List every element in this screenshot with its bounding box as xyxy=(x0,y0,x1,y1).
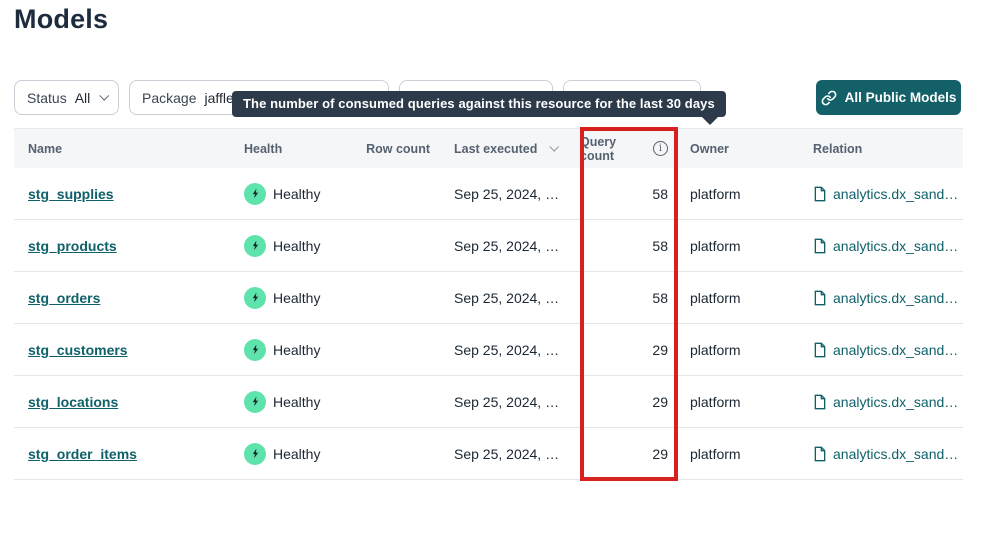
table-row: stg_products Healthy Sep 25, 2024, … 58 … xyxy=(14,220,963,272)
tooltip-text: The number of consumed queries against t… xyxy=(243,96,715,111)
owner-value: platform xyxy=(678,290,802,306)
health-status: Healthy xyxy=(273,186,320,202)
table-row: stg_supplies Healthy Sep 25, 2024, … 58 … xyxy=(14,168,963,220)
health-status: Healthy xyxy=(273,342,320,358)
relation-text: analytics.dx_sand… xyxy=(833,186,958,202)
healthy-badge-icon xyxy=(244,339,266,361)
healthy-badge-icon xyxy=(244,235,266,257)
model-link[interactable]: stg_locations xyxy=(28,394,118,410)
owner-value: platform xyxy=(678,394,802,410)
query-count-tooltip: The number of consumed queries against t… xyxy=(232,91,726,117)
file-icon xyxy=(813,238,827,254)
table-row: stg_customers Healthy Sep 25, 2024, … 29… xyxy=(14,324,963,376)
file-icon xyxy=(813,186,827,202)
relation-text: analytics.dx_sand… xyxy=(833,238,958,254)
models-table: Name Health Row count Last executed Quer… xyxy=(14,128,963,480)
status-filter-value: All xyxy=(75,90,91,106)
last-executed-value: Sep 25, 2024, … xyxy=(440,394,580,410)
last-executed-value: Sep 25, 2024, … xyxy=(440,186,580,202)
health-status: Healthy xyxy=(273,446,320,462)
column-header-health[interactable]: Health xyxy=(230,142,363,156)
tooltip-caret xyxy=(701,116,719,125)
file-icon xyxy=(813,342,827,358)
model-link[interactable]: stg_products xyxy=(28,238,117,254)
relation-text: analytics.dx_sand… xyxy=(833,290,958,306)
query-count-value: 29 xyxy=(580,394,678,410)
relation-link[interactable]: analytics.dx_sand… xyxy=(813,342,958,358)
chevron-down-icon xyxy=(100,90,110,100)
column-header-relation[interactable]: Relation xyxy=(802,142,963,156)
relation-link[interactable]: analytics.dx_sand… xyxy=(813,394,958,410)
relation-text: analytics.dx_sand… xyxy=(833,394,958,410)
healthy-badge-icon xyxy=(244,183,266,205)
last-executed-value: Sep 25, 2024, … xyxy=(440,446,580,462)
health-status: Healthy xyxy=(273,394,320,410)
column-header-owner[interactable]: Owner xyxy=(678,142,802,156)
owner-value: platform xyxy=(678,446,802,462)
relation-link[interactable]: analytics.dx_sand… xyxy=(813,446,958,462)
healthy-badge-icon xyxy=(244,443,266,465)
status-filter-dropdown[interactable]: Status All xyxy=(14,80,119,115)
query-count-label: Query count xyxy=(580,135,643,163)
column-header-query-count[interactable]: Query count i xyxy=(580,135,678,163)
last-executed-value: Sep 25, 2024, … xyxy=(440,238,580,254)
page-title: Models xyxy=(14,4,108,35)
health-status: Healthy xyxy=(273,238,320,254)
health-status: Healthy xyxy=(273,290,320,306)
owner-value: platform xyxy=(678,342,802,358)
model-link[interactable]: stg_order_items xyxy=(28,446,137,462)
file-icon xyxy=(813,290,827,306)
relation-text: analytics.dx_sand… xyxy=(833,342,958,358)
table-header-row: Name Health Row count Last executed Quer… xyxy=(14,128,963,168)
column-header-name[interactable]: Name xyxy=(14,142,230,156)
healthy-badge-icon xyxy=(244,287,266,309)
healthy-badge-icon xyxy=(244,391,266,413)
all-public-models-label: All Public Models xyxy=(845,90,957,105)
owner-value: platform xyxy=(678,238,802,254)
package-filter-label: Package xyxy=(142,90,196,106)
sort-chevron-down-icon[interactable] xyxy=(550,141,560,151)
model-link[interactable]: stg_supplies xyxy=(28,186,114,202)
query-count-value: 58 xyxy=(580,186,678,202)
owner-value: platform xyxy=(678,186,802,202)
table-row: stg_orders Healthy Sep 25, 2024, … 58 pl… xyxy=(14,272,963,324)
query-count-value: 58 xyxy=(580,238,678,254)
relation-text: analytics.dx_sand… xyxy=(833,446,958,462)
last-executed-label: Last executed xyxy=(454,142,537,156)
last-executed-value: Sep 25, 2024, … xyxy=(440,290,580,306)
model-link[interactable]: stg_customers xyxy=(28,342,128,358)
file-icon xyxy=(813,394,827,410)
table-row: stg_locations Healthy Sep 25, 2024, … 29… xyxy=(14,376,963,428)
file-icon xyxy=(813,446,827,462)
info-icon[interactable]: i xyxy=(653,141,668,156)
query-count-value: 58 xyxy=(580,290,678,306)
last-executed-value: Sep 25, 2024, … xyxy=(440,342,580,358)
relation-link[interactable]: analytics.dx_sand… xyxy=(813,186,958,202)
model-link[interactable]: stg_orders xyxy=(28,290,100,306)
link-icon xyxy=(821,90,837,106)
query-count-value: 29 xyxy=(580,342,678,358)
column-header-row-count[interactable]: Row count xyxy=(363,142,440,156)
relation-link[interactable]: analytics.dx_sand… xyxy=(813,238,958,254)
all-public-models-button[interactable]: All Public Models xyxy=(816,80,961,115)
relation-link[interactable]: analytics.dx_sand… xyxy=(813,290,958,306)
table-row: stg_order_items Healthy Sep 25, 2024, … … xyxy=(14,428,963,480)
column-header-last-executed[interactable]: Last executed xyxy=(440,142,580,156)
status-filter-label: Status xyxy=(27,90,67,106)
query-count-value: 29 xyxy=(580,446,678,462)
